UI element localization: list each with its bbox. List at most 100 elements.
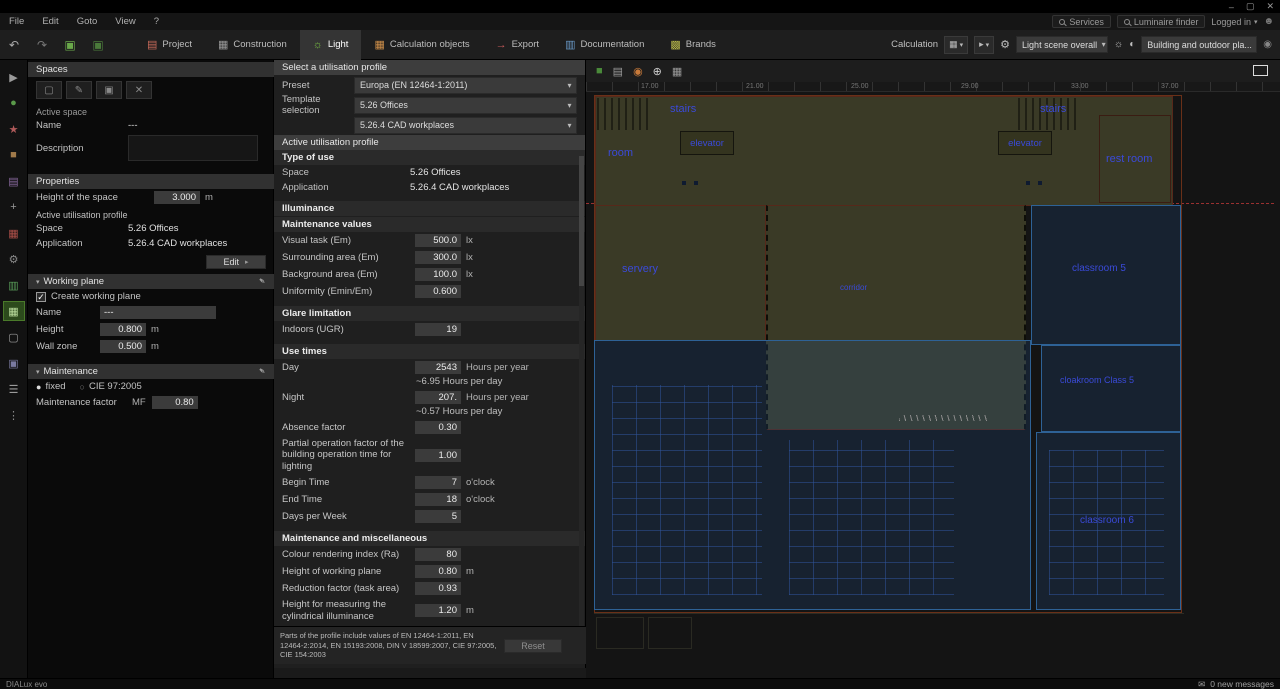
crosshair-icon[interactable]: ⊕ — [653, 65, 662, 78]
tab-light[interactable]: ☼ Light — [300, 30, 362, 60]
surface-tool-icon[interactable]: ▥ — [4, 276, 24, 294]
elevator-right-room[interactable]: elevator — [998, 131, 1052, 155]
tab-project[interactable]: ▤ Project — [134, 30, 205, 60]
maintenance-factor-input[interactable] — [152, 396, 198, 409]
services-button[interactable]: Services — [1052, 15, 1111, 28]
wp-height-label: Height — [36, 324, 100, 335]
template-dropdown[interactable]: 5.26 Offices ▾ — [354, 97, 577, 114]
close-icon[interactable]: ✕ — [1266, 1, 1274, 12]
column-tool-icon[interactable]: ▣ — [4, 354, 24, 372]
maintenance-header[interactable]: ▾ Maintenance ✒ — [28, 364, 274, 379]
furniture-tool-icon[interactable]: ■ — [4, 146, 24, 164]
pin-icon[interactable]: ✒ — [256, 365, 269, 378]
uniformity-input[interactable] — [415, 285, 461, 298]
surrounding-area-input[interactable] — [415, 251, 461, 264]
pointer-tool-icon[interactable]: ▶ — [4, 68, 24, 86]
menu-edit[interactable]: Edit — [33, 13, 67, 30]
spaces-visibility-icon[interactable]: ■ — [596, 65, 603, 77]
grid-icon[interactable]: ▦ — [672, 65, 682, 78]
cloakroom-zone[interactable] — [1041, 345, 1181, 432]
begin-time-input[interactable] — [415, 476, 461, 489]
settings-tool-icon[interactable]: ⚙ — [4, 250, 24, 268]
menu-view[interactable]: View — [106, 13, 144, 30]
tab-construction[interactable]: ▦ Construction — [205, 30, 300, 60]
wall-zone-input[interactable] — [100, 340, 146, 353]
logged-in-button[interactable]: Logged in ▾ — [1211, 17, 1257, 27]
cad-canvas[interactable]: ■ ▤ ◉ ⊕ ▦ 17.00 21.00 25.00 29.00 33.00 … — [586, 60, 1280, 678]
draw-space-icon[interactable]: ✎ — [66, 81, 92, 99]
scrollbar-thumb[interactable] — [579, 156, 584, 286]
luminaire-finder-button[interactable]: Luminaire finder — [1117, 15, 1206, 28]
tab-brands[interactable]: ▩ Brands — [657, 30, 729, 60]
tab-export[interactable]: → Export — [483, 30, 552, 60]
edit-profile-button[interactable]: Edit ▸ — [206, 255, 266, 269]
cylindrical-height-input[interactable] — [415, 604, 461, 617]
add-object-tool-icon[interactable]: + — [4, 198, 24, 216]
end-time-input[interactable] — [415, 493, 461, 506]
minimize-icon[interactable]: – — [1229, 2, 1234, 12]
messages-icon[interactable]: ✉ — [1198, 679, 1205, 689]
gear-icon[interactable]: ⚙ — [1000, 38, 1010, 51]
light-scene-tool-icon[interactable]: ★ — [4, 120, 24, 138]
create-working-plane-checkbox[interactable]: ✓ — [36, 292, 46, 302]
tab-calculation-objects[interactable]: ▦ Calculation objects — [361, 30, 482, 60]
north-arrow-icon[interactable]: ◉ — [633, 65, 643, 78]
description-field[interactable] — [128, 135, 258, 161]
maximize-view-icon[interactable] — [1253, 65, 1268, 76]
servery-area[interactable] — [595, 205, 766, 341]
height-input[interactable] — [154, 191, 200, 204]
reduction-factor-input[interactable] — [415, 582, 461, 595]
calculation-mode-dropdown[interactable]: ▦ ▾ — [944, 36, 968, 54]
classroom5-zone[interactable] — [1031, 205, 1181, 345]
redo-icon[interactable]: ↷ — [31, 34, 53, 56]
wp-height-input[interactable] — [100, 323, 146, 336]
background-area-input[interactable] — [415, 268, 461, 281]
tab-documentation[interactable]: ▥ Documentation — [552, 30, 657, 60]
partial-operation-input[interactable] — [415, 449, 461, 462]
elevator-left-room[interactable]: elevator — [680, 131, 734, 155]
undo-icon[interactable]: ↶ — [3, 34, 25, 56]
save-icon[interactable]: ▣ — [59, 34, 81, 56]
visual-task-input[interactable] — [415, 234, 461, 247]
maximize-icon[interactable]: ▢ — [1246, 1, 1255, 12]
start-calculation-dropdown[interactable]: ▸ ▾ — [974, 36, 994, 54]
messages-label[interactable]: 0 new messages — [1210, 679, 1274, 689]
workplane-tool-icon[interactable]: ▦ — [4, 302, 24, 320]
night-hours-input[interactable] — [415, 391, 461, 404]
assessment-zone-tool-icon[interactable]: ▦ — [4, 224, 24, 242]
application-dropdown[interactable]: 5.26.4 CAD workplaces ▾ — [354, 117, 577, 134]
height-working-plane-input[interactable] — [415, 565, 461, 578]
save-as-icon[interactable]: ▣ — [87, 34, 109, 56]
cie-radio[interactable]: ○ — [80, 382, 85, 392]
indoors-ugr-input[interactable] — [415, 323, 461, 336]
profile-scrollbar[interactable] — [579, 156, 584, 626]
notifications-icon[interactable]: ◉ — [1263, 39, 1272, 50]
delete-space-icon[interactable]: ✕ — [126, 81, 152, 99]
fixed-radio[interactable]: ● — [36, 382, 41, 392]
outputs-icon[interactable]: ▤ — [613, 65, 623, 78]
add-space-icon[interactable]: ▢ — [36, 81, 62, 99]
menu-goto[interactable]: Goto — [68, 13, 107, 30]
menu-help[interactable]: ? — [145, 13, 168, 30]
menu-file[interactable]: File — [0, 13, 33, 30]
days-per-week-input[interactable] — [415, 510, 461, 523]
day-hours-input[interactable] — [415, 361, 461, 374]
brightness-icon[interactable]: ☼ — [1114, 39, 1123, 50]
preset-dropdown[interactable]: Europa (EN 12464-1:2011) ▾ — [354, 77, 577, 94]
duplicate-space-icon[interactable]: ▣ — [96, 81, 122, 99]
working-plane-header[interactable]: ▾ Working plane ✒ — [28, 274, 274, 289]
absence-factor-input[interactable] — [415, 421, 461, 434]
list-tool-icon[interactable]: ☰ — [4, 380, 24, 398]
pin-icon[interactable]: ✒ — [256, 275, 269, 288]
more-tools-icon[interactable]: ⋮ — [4, 406, 24, 424]
light-scene-dropdown[interactable]: Light scene overall ▾ — [1016, 36, 1108, 53]
wp-name-input[interactable] — [100, 306, 216, 319]
view-selector-dropdown[interactable]: Building and outdoor pla... ▾ — [1141, 36, 1257, 53]
luminaire-tool-icon[interactable]: ● — [4, 94, 24, 112]
avatar-icon[interactable]: ☻ — [1263, 16, 1274, 27]
contrast-icon[interactable]: ◐ — [1129, 39, 1135, 50]
reset-button[interactable]: Reset — [504, 639, 562, 653]
frame-tool-icon[interactable]: ▢ — [4, 328, 24, 346]
material-tool-icon[interactable]: ▤ — [4, 172, 24, 190]
cri-input[interactable] — [415, 548, 461, 561]
